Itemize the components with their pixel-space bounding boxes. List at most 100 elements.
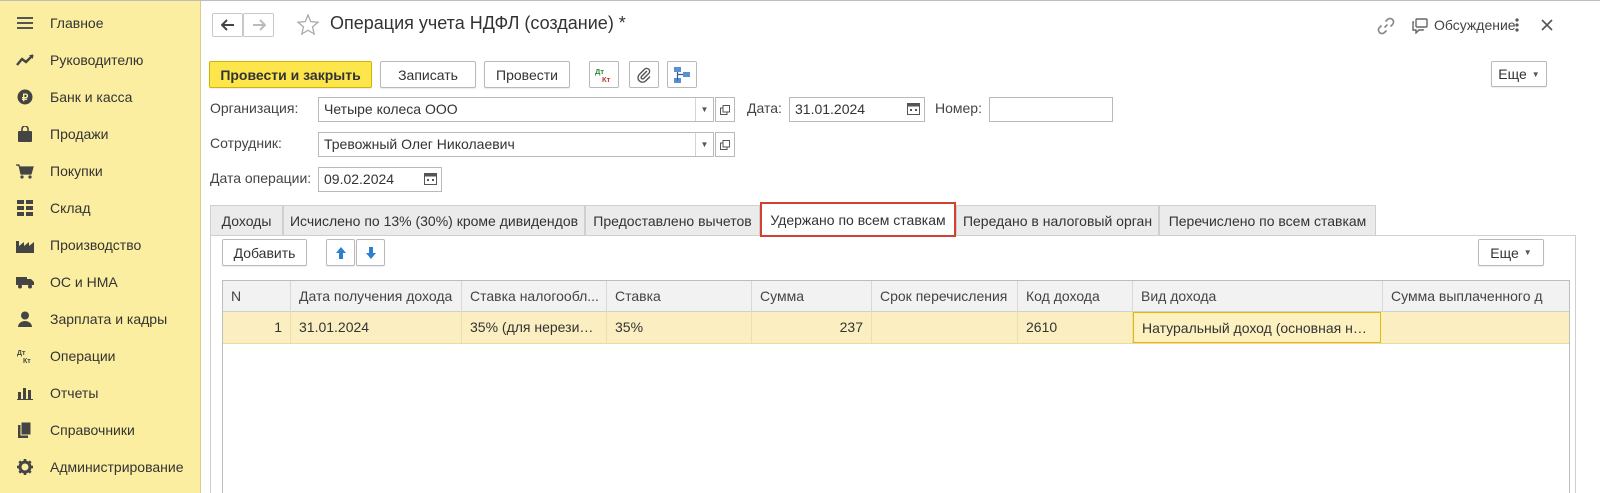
tab-paid-all-rates[interactable]: Перечислено по всем ставкам: [1159, 205, 1376, 235]
sidebar-item-operations[interactable]: Дт Кт Операции: [0, 337, 200, 374]
truck-icon: [16, 273, 34, 291]
sidebar-item-fixed-assets[interactable]: ОС и НМА: [0, 263, 200, 300]
tab-transferred-tax-office[interactable]: Передано в налоговый орган: [956, 205, 1159, 235]
structure-button[interactable]: [667, 61, 697, 88]
withheld-table: N Дата получения дохода Ставка налогообл…: [222, 280, 1570, 493]
move-down-button[interactable]: [356, 239, 385, 266]
operation-date-label: Дата операции:: [210, 170, 312, 186]
tab-deductions[interactable]: Предоставлено вычетов: [585, 205, 760, 235]
dt-kt-icon: Дт Кт: [595, 67, 611, 84]
kt-text: Кт: [602, 75, 611, 84]
sidebar-item-label: Администрирование: [50, 459, 184, 475]
sidebar-item-purchases[interactable]: Покупки: [0, 152, 200, 189]
save-button[interactable]: Записать: [380, 61, 476, 88]
sidebar-item-label: Продажи: [50, 126, 109, 142]
cell-transfer-deadline[interactable]: [872, 312, 1018, 343]
sidebar-item-label: Справочники: [50, 422, 135, 438]
post-and-close-button[interactable]: Провести и закрыть: [209, 61, 372, 88]
date-field[interactable]: 31.01.2024: [789, 97, 925, 122]
paperclip-icon: [637, 67, 651, 83]
back-button[interactable]: [212, 13, 243, 37]
svg-text:₽: ₽: [22, 93, 29, 104]
column-header-n[interactable]: N: [223, 281, 291, 312]
sidebar-item-label: Банк и касса: [50, 89, 133, 105]
sidebar-item-bank[interactable]: ₽ Банк и касса: [0, 78, 200, 115]
employee-label: Сотрудник:: [210, 135, 282, 151]
more-button[interactable]: Еще ▼: [1491, 61, 1547, 87]
dt-kt-button[interactable]: Дт Кт: [589, 61, 619, 88]
warehouse-icon: [16, 199, 34, 217]
cell-income-date[interactable]: 31.01.2024: [291, 312, 462, 343]
sidebar-item-sales[interactable]: Продажи: [0, 115, 200, 152]
open-window-icon: [720, 139, 730, 150]
sidebar-item-admin[interactable]: Администрирование: [0, 448, 200, 485]
attach-button[interactable]: [629, 61, 659, 88]
date-value: 31.01.2024: [795, 101, 866, 117]
cell-rate[interactable]: 35%: [607, 312, 752, 343]
calendar-icon[interactable]: [907, 102, 920, 118]
move-up-button[interactable]: [326, 239, 355, 266]
more-label: Еще: [1498, 66, 1527, 82]
tab-withheld[interactable]: Удержано по всем ставкам: [760, 202, 956, 237]
sidebar-item-label: Склад: [50, 200, 91, 216]
structure-icon: [674, 66, 690, 83]
add-button[interactable]: Добавить: [222, 239, 307, 266]
table-row[interactable]: 1 31.01.2024 35% (для нерезид... 35% 237…: [223, 312, 1569, 344]
sidebar-item-label: Операции: [50, 348, 116, 364]
forward-button[interactable]: [243, 13, 274, 37]
svg-text:Дт: Дт: [17, 350, 26, 357]
panel-more-button[interactable]: Еще ▼: [1478, 239, 1544, 266]
chevron-down-icon[interactable]: ▼: [695, 133, 713, 156]
organization-field[interactable]: Четыре колеса ООО ▼: [318, 97, 714, 122]
sidebar-item-catalogs[interactable]: Справочники: [0, 411, 200, 448]
sidebar-item-reports[interactable]: Отчеты: [0, 374, 200, 411]
column-header-income-code[interactable]: Код дохода: [1018, 281, 1133, 312]
post-button[interactable]: Провести: [484, 61, 570, 88]
sidebar-item-main[interactable]: Главное: [0, 4, 200, 41]
open-organization-button[interactable]: [715, 97, 735, 122]
svg-text:Кт: Кт: [23, 358, 31, 364]
more-vertical-icon[interactable]: [1514, 16, 1520, 37]
cell-income-code[interactable]: 2610: [1018, 312, 1133, 343]
discussion-icon[interactable]: [1412, 18, 1428, 37]
column-header-amount[interactable]: Сумма: [752, 281, 872, 312]
discussion-link[interactable]: Обсуждение: [1434, 17, 1516, 33]
operation-date-field[interactable]: 09.02.2024: [318, 167, 442, 192]
open-employee-button[interactable]: [715, 132, 735, 157]
gear-icon: [16, 458, 34, 476]
employee-field[interactable]: Тревожный Олег Николаевич ▼: [318, 132, 714, 157]
close-icon[interactable]: [1540, 18, 1554, 35]
cell-amount[interactable]: 237: [752, 312, 872, 343]
sidebar-item-label: Производство: [50, 237, 142, 253]
trend-icon: [16, 51, 34, 69]
favorite-star-icon[interactable]: [296, 13, 320, 38]
column-header-income-type[interactable]: Вид дохода: [1133, 281, 1383, 312]
calendar-icon[interactable]: [424, 172, 437, 188]
sidebar-item-salary[interactable]: Зарплата и кадры: [0, 300, 200, 337]
number-label: Номер:: [935, 100, 982, 116]
cell-n[interactable]: 1: [223, 312, 291, 343]
column-header-transfer-deadline[interactable]: Срок перечисления: [872, 281, 1018, 312]
operation-date-value: 09.02.2024: [324, 171, 395, 187]
sidebar-item-production[interactable]: Производство: [0, 226, 200, 263]
number-field[interactable]: [989, 97, 1113, 122]
arrow-down-icon: [365, 246, 376, 259]
cell-paid-amount[interactable]: [1383, 312, 1569, 343]
cell-income-type[interactable]: Натуральный доход (основная на...: [1133, 312, 1381, 343]
page-title: Операция учета НДФЛ (создание) *: [330, 13, 626, 33]
column-header-income-date[interactable]: Дата получения дохода: [291, 281, 462, 312]
link-icon[interactable]: [1377, 17, 1395, 38]
column-header-rate[interactable]: Ставка: [607, 281, 752, 312]
column-header-paid-amount[interactable]: Сумма выплаченного д: [1383, 281, 1569, 312]
chevron-down-icon[interactable]: ▼: [695, 98, 713, 121]
caret-down-icon: ▼: [1523, 248, 1532, 257]
tab-income[interactable]: Доходы: [210, 205, 283, 235]
cell-tax-rate-type[interactable]: 35% (для нерезид...: [462, 312, 607, 343]
tab-calculated-13[interactable]: Исчислено по 13% (30%) кроме дивидендов: [283, 205, 585, 235]
table-header: N Дата получения дохода Ставка налогообл…: [223, 281, 1569, 312]
caret-down-icon: ▼: [1531, 69, 1540, 79]
sidebar-item-manager[interactable]: Руководителю: [0, 41, 200, 78]
column-header-tax-rate-type[interactable]: Ставка налогообл...: [462, 281, 607, 312]
sidebar-item-label: Покупки: [50, 163, 103, 179]
sidebar-item-warehouse[interactable]: Склад: [0, 189, 200, 226]
